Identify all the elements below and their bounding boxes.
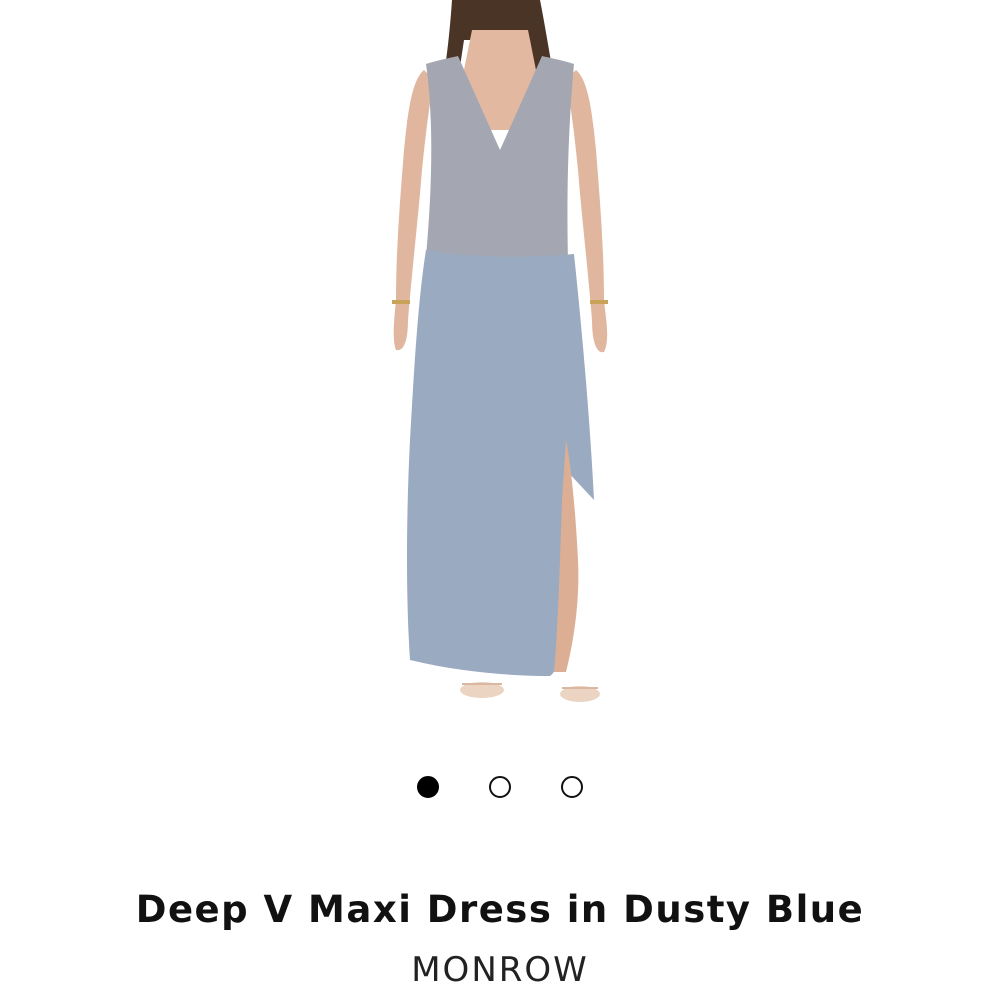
carousel-dot-3[interactable] — [561, 776, 583, 798]
product-title: Deep V Maxi Dress in Dusty Blue — [135, 888, 865, 931]
carousel-dot-1[interactable] — [417, 776, 439, 798]
carousel-dot-2[interactable] — [489, 776, 511, 798]
product-photo[interactable] — [360, 0, 640, 720]
left-bracelet — [392, 300, 410, 304]
carousel-indicator — [0, 776, 1000, 798]
right-bracelet — [590, 300, 608, 304]
product-brand[interactable]: MONROW — [0, 950, 1000, 990]
product-page: Deep V Maxi Dress in Dusty Blue MONROW — [0, 0, 1000, 1000]
